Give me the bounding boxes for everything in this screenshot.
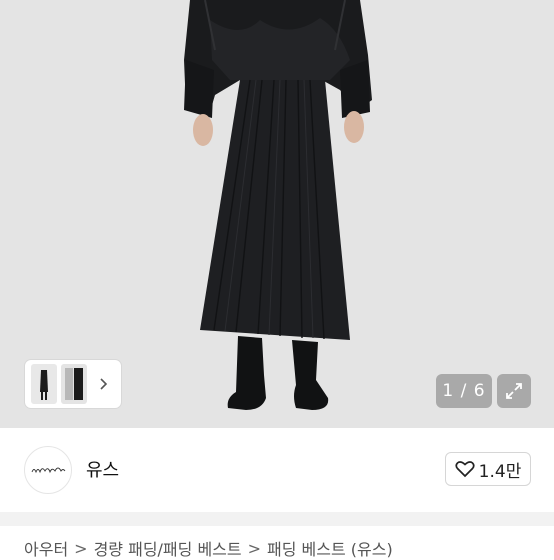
image-counter: 1 / 6 bbox=[436, 374, 492, 408]
like-button[interactable]: 1.4만 bbox=[445, 452, 531, 486]
chevron-right-icon: > bbox=[74, 538, 88, 558]
chevron-right-icon: > bbox=[247, 538, 262, 558]
breadcrumb-item[interactable]: 아우터 bbox=[24, 536, 68, 560]
heart-icon bbox=[455, 461, 475, 478]
product-image[interactable]: 1 / 6 bbox=[0, 0, 554, 428]
breadcrumb-item[interactable]: 패딩 베스트 (유스) bbox=[267, 536, 393, 560]
seller-avatar[interactable] bbox=[24, 446, 72, 494]
expand-button[interactable] bbox=[497, 374, 531, 408]
breadcrumb-item[interactable]: 경량 패딩/패딩 베스트 bbox=[94, 536, 242, 560]
thumbnail-strip[interactable] bbox=[25, 360, 121, 408]
seller-name[interactable]: 유스 bbox=[86, 456, 119, 482]
next-thumbnail-chevron-icon[interactable] bbox=[95, 376, 111, 392]
youth-logo-icon bbox=[31, 467, 66, 474]
seller-row: 유스 1.4만 bbox=[0, 428, 554, 512]
breadcrumb: 아우터 > 경량 패딩/패딩 베스트 > 패딩 베스트 (유스) bbox=[24, 536, 393, 560]
expand-icon bbox=[506, 383, 522, 399]
section-divider bbox=[0, 512, 554, 526]
like-count: 1.4만 bbox=[478, 461, 522, 482]
thumbnail-2[interactable] bbox=[61, 364, 87, 404]
thumbnail-1[interactable] bbox=[31, 364, 57, 404]
